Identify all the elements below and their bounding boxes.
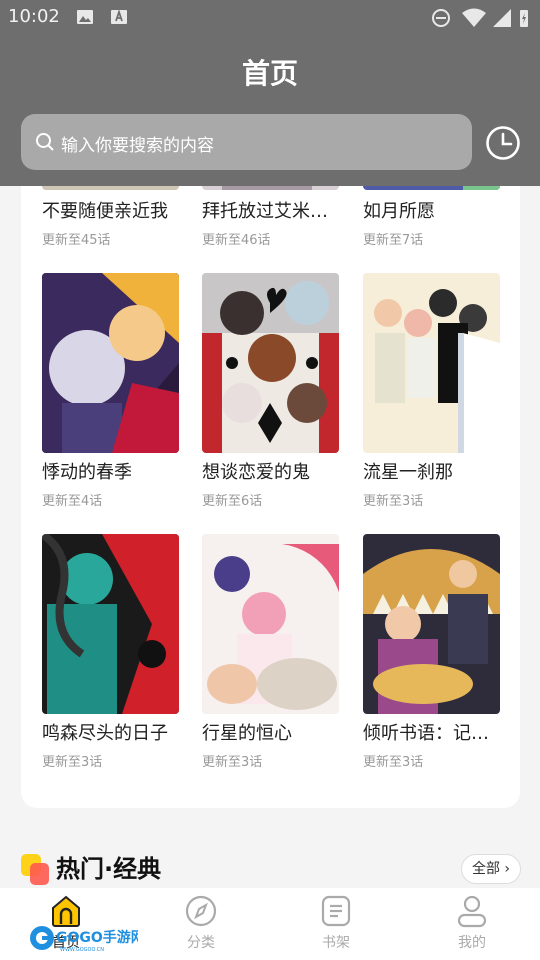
recommend-card: 不要随便亲近我 更新至45话 拜托放过艾米… 更新至46话 如月所愿 更新至7话 [21,150,520,808]
search-bar[interactable]: 输入你要搜索的内容 [21,114,472,170]
chevron-right-icon: › [504,861,511,877]
comic-cover[interactable] [363,534,500,714]
comic-update: 更新至45话 [42,233,111,248]
nav-label-category: 分类 [187,935,215,951]
search-placeholder: 输入你要搜索的内容 [61,136,214,156]
comic-title[interactable]: 行星的恒心 [202,722,342,746]
nav-item-bookshelf[interactable]: 书架 [286,888,386,960]
watermark-sub: WWW.GOGOO.CN [60,947,104,953]
comic-update: 更新至4话 [42,494,103,509]
status-bar: 10:02 [0,0,540,36]
image-notification-icon [77,10,93,24]
comic-cover[interactable] [42,273,179,453]
battery-icon [520,10,528,27]
status-time: 10:02 [8,6,60,27]
comic-update: 更新至6话 [202,494,263,509]
history-clock-icon[interactable] [485,125,521,161]
comic-cover[interactable] [202,273,339,453]
section-title: 热门·经典 [56,855,162,883]
comic-title[interactable]: 拜托放过艾米… [202,200,342,224]
comic-update: 更新至3话 [202,755,263,770]
comic-update: 更新至3话 [363,494,424,509]
page-title: 首页 [241,57,298,90]
compass-icon [185,895,217,927]
dnd-icon [432,9,450,27]
text-notification-icon [111,9,127,24]
watermark-text: GOGO手游网 [56,929,138,946]
comic-cover[interactable] [363,273,500,453]
comic-title[interactable]: 流星一刹那 [363,461,503,485]
comic-update: 更新至46话 [202,233,271,248]
nav-item-category[interactable]: 分类 [151,888,251,960]
comic-title[interactable]: 鸣森尽头的日子 [42,722,182,746]
comic-title[interactable]: 如月所愿 [363,200,503,224]
comic-title[interactable]: 不要随便亲近我 [42,200,182,224]
nav-label-mine: 我的 [458,935,486,951]
search-icon [36,133,54,151]
comic-update: 更新至7话 [363,233,424,248]
nav-label-bookshelf: 书架 [322,935,350,951]
wifi-icon [462,8,486,27]
view-all-label: 全部 [471,861,500,877]
comic-title[interactable]: 悸动的春季 [42,461,182,485]
comic-update: 更新至3话 [363,755,424,770]
comic-update: 更新至3话 [42,755,103,770]
user-icon [457,895,487,928]
section-icon [21,854,51,885]
comic-cover[interactable] [202,534,339,714]
bookshelf-icon [321,895,351,927]
nav-item-mine[interactable]: 我的 [422,888,522,960]
section-header: 热门·经典 全部 › [21,852,521,888]
view-all-button[interactable]: 全部 › [461,854,521,884]
watermark-logo: GOGO手游网 WWW.GOGOO.CN [30,926,138,953]
header: 10:02 首页 输入你要搜索的内容 [0,0,540,186]
comic-title[interactable]: 想谈恋爱的鬼 [202,461,342,485]
comic-title[interactable]: 倾听书语：记… [363,722,503,746]
comic-cover[interactable] [42,534,179,714]
signal-icon [493,9,511,27]
